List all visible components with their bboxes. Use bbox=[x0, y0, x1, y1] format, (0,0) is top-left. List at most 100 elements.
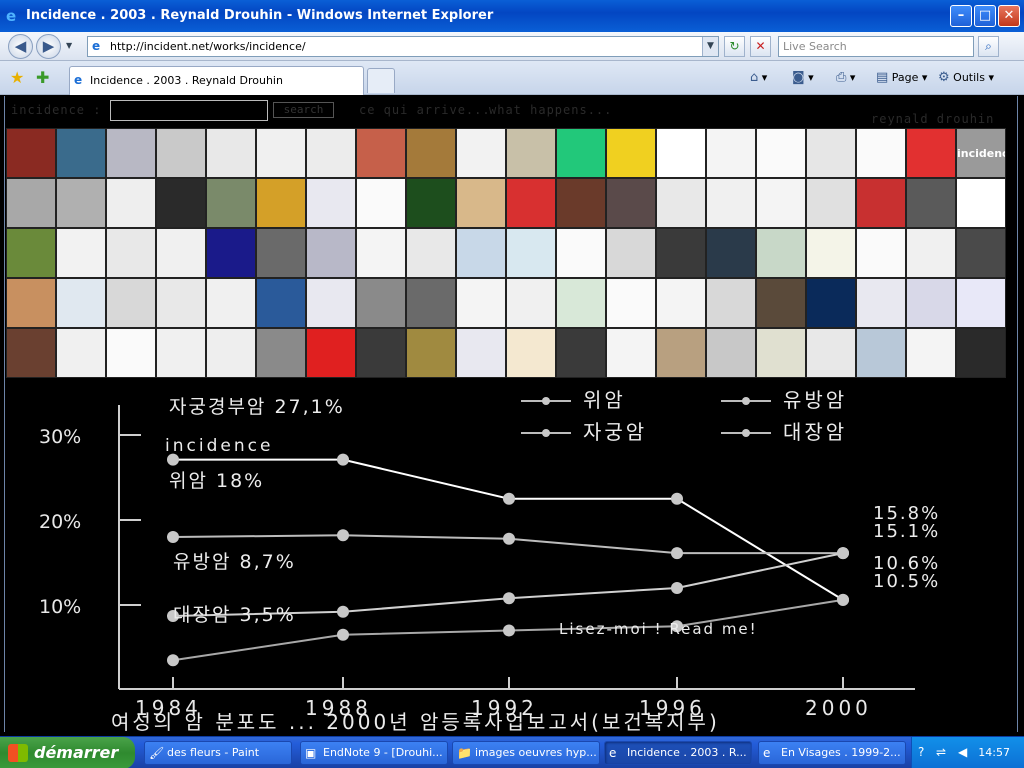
thumbnail-image[interactable] bbox=[406, 278, 456, 328]
thumbnail-image[interactable] bbox=[356, 128, 406, 178]
new-tab-button[interactable] bbox=[367, 68, 395, 93]
thumbnail-image[interactable] bbox=[956, 328, 1006, 378]
thumbnail-image[interactable] bbox=[356, 178, 406, 228]
thumbnail-image[interactable] bbox=[956, 178, 1006, 228]
thumbnail-image[interactable] bbox=[556, 128, 606, 178]
link-what-happens[interactable]: what happens... bbox=[489, 103, 612, 117]
favorites-star-icon[interactable]: ★ bbox=[10, 68, 24, 87]
refresh-button[interactable]: ↻ bbox=[724, 36, 745, 57]
thumbnail-image[interactable] bbox=[206, 328, 256, 378]
thumbnail-image[interactable] bbox=[906, 328, 956, 378]
thumbnail-image[interactable] bbox=[56, 228, 106, 278]
author-link[interactable]: reynald drouhin bbox=[871, 112, 994, 126]
thumbnail-image[interactable] bbox=[406, 228, 456, 278]
thumbnail-image[interactable] bbox=[756, 228, 806, 278]
thumbnail-image[interactable] bbox=[256, 178, 306, 228]
stop-button[interactable]: ✕ bbox=[750, 36, 771, 57]
thumbnail-image[interactable] bbox=[956, 278, 1006, 328]
add-favorite-icon[interactable]: ✚ bbox=[36, 68, 49, 87]
address-dropdown-icon[interactable]: ▼ bbox=[702, 37, 718, 56]
thumbnail-image[interactable] bbox=[706, 128, 756, 178]
thumbnail-image[interactable] bbox=[806, 228, 856, 278]
thumbnail-image[interactable] bbox=[206, 178, 256, 228]
thumbnail-image[interactable] bbox=[556, 278, 606, 328]
thumbnail-image[interactable] bbox=[856, 228, 906, 278]
thumbnail-image[interactable] bbox=[456, 328, 506, 378]
history-dropdown-icon[interactable]: ▼ bbox=[66, 41, 72, 50]
thumbnail-image[interactable] bbox=[6, 328, 56, 378]
thumbnail-image[interactable] bbox=[156, 328, 206, 378]
home-button[interactable]: ⌂ ▾ bbox=[750, 70, 767, 85]
thumbnail-image[interactable] bbox=[106, 278, 156, 328]
thumbnail-image[interactable] bbox=[156, 228, 206, 278]
thumbnail-image[interactable] bbox=[356, 278, 406, 328]
maximize-button[interactable]: □ bbox=[974, 5, 996, 27]
start-button[interactable]: démarrer bbox=[0, 737, 135, 768]
thumbnail-image[interactable] bbox=[906, 128, 956, 178]
taskbar-item[interactable]: e En Visages . 1999-2... bbox=[758, 741, 906, 765]
thumbnail-image[interactable] bbox=[256, 128, 306, 178]
thumbnail-image[interactable] bbox=[556, 178, 606, 228]
thumbnail-image[interactable] bbox=[606, 278, 656, 328]
taskbar-item[interactable]: 📁 images oeuvres hyp... bbox=[452, 741, 600, 765]
thumbnail-image[interactable] bbox=[856, 178, 906, 228]
search-button[interactable]: ⌕ bbox=[978, 36, 999, 57]
thumbnail-image[interactable] bbox=[406, 128, 456, 178]
thumbnail-image[interactable] bbox=[406, 178, 456, 228]
thumbnail-image[interactable] bbox=[806, 278, 856, 328]
thumbnail-image[interactable] bbox=[106, 228, 156, 278]
minimize-button[interactable]: – bbox=[950, 5, 972, 27]
thumbnail-image[interactable] bbox=[106, 328, 156, 378]
live-search-input[interactable]: Live Search bbox=[778, 36, 974, 57]
thumbnail-image[interactable] bbox=[806, 128, 856, 178]
thumbnail-image[interactable] bbox=[906, 228, 956, 278]
site-search-button[interactable]: search bbox=[273, 102, 334, 118]
thumbnail-image[interactable] bbox=[56, 178, 106, 228]
thumbnail-image[interactable] bbox=[506, 328, 556, 378]
close-button[interactable]: ✕ bbox=[998, 5, 1020, 27]
link-ce-qui-arrive[interactable]: ce qui arrive... bbox=[359, 103, 491, 117]
thumbnail-image[interactable] bbox=[156, 278, 206, 328]
taskbar-item[interactable]: 🖌 des fleurs - Paint bbox=[144, 741, 292, 765]
site-search-input[interactable] bbox=[110, 100, 268, 121]
thumbnail-image[interactable] bbox=[306, 128, 356, 178]
taskbar-item[interactable]: ▣ EndNote 9 - [Drouhi... bbox=[300, 741, 448, 765]
thumbnail-image[interactable] bbox=[856, 128, 906, 178]
address-url[interactable]: http://incident.net/works/incidence/ bbox=[110, 40, 306, 53]
back-button[interactable]: ◀ bbox=[8, 34, 33, 59]
thumbnail-image[interactable] bbox=[656, 278, 706, 328]
thumbnail-image[interactable] bbox=[906, 278, 956, 328]
thumbnail-image[interactable] bbox=[456, 178, 506, 228]
thumbnail-image[interactable] bbox=[706, 228, 756, 278]
thumbnail-image[interactable] bbox=[856, 278, 906, 328]
thumbnail-image[interactable] bbox=[356, 328, 406, 378]
thumbnail-image[interactable] bbox=[956, 228, 1006, 278]
thumbnail-image[interactable] bbox=[156, 128, 206, 178]
thumbnail-image[interactable] bbox=[656, 328, 706, 378]
thumbnail-image[interactable] bbox=[256, 328, 306, 378]
thumbnail-image[interactable] bbox=[756, 178, 806, 228]
thumbnail-image[interactable] bbox=[606, 328, 656, 378]
thumbnail-image[interactable] bbox=[56, 128, 106, 178]
page-menu[interactable]: ▤ Page ▾ bbox=[876, 70, 927, 85]
thumbnail-image[interactable] bbox=[856, 328, 906, 378]
forward-button[interactable]: ▶ bbox=[36, 34, 61, 59]
tools-menu[interactable]: ⚙ Outils ▾ bbox=[938, 70, 994, 85]
thumbnail-image[interactable] bbox=[356, 228, 406, 278]
thumbnail-image[interactable] bbox=[56, 278, 106, 328]
thumbnail-image[interactable] bbox=[106, 178, 156, 228]
thumbnail-image[interactable] bbox=[906, 178, 956, 228]
thumbnail-image[interactable] bbox=[756, 128, 806, 178]
thumbnail-image[interactable] bbox=[306, 328, 356, 378]
thumbnail-image[interactable] bbox=[6, 178, 56, 228]
thumbnail-image[interactable] bbox=[506, 228, 556, 278]
help-icon[interactable]: ? bbox=[918, 745, 924, 759]
thumbnail-image[interactable] bbox=[56, 328, 106, 378]
thumbnail-image[interactable] bbox=[706, 328, 756, 378]
thumbnail-image[interactable] bbox=[256, 228, 306, 278]
thumbnail-image[interactable] bbox=[6, 128, 56, 178]
thumbnail-image[interactable] bbox=[456, 278, 506, 328]
thumbnail-image[interactable] bbox=[156, 178, 206, 228]
thumbnail-image[interactable] bbox=[756, 278, 806, 328]
thumbnail-image[interactable] bbox=[306, 278, 356, 328]
